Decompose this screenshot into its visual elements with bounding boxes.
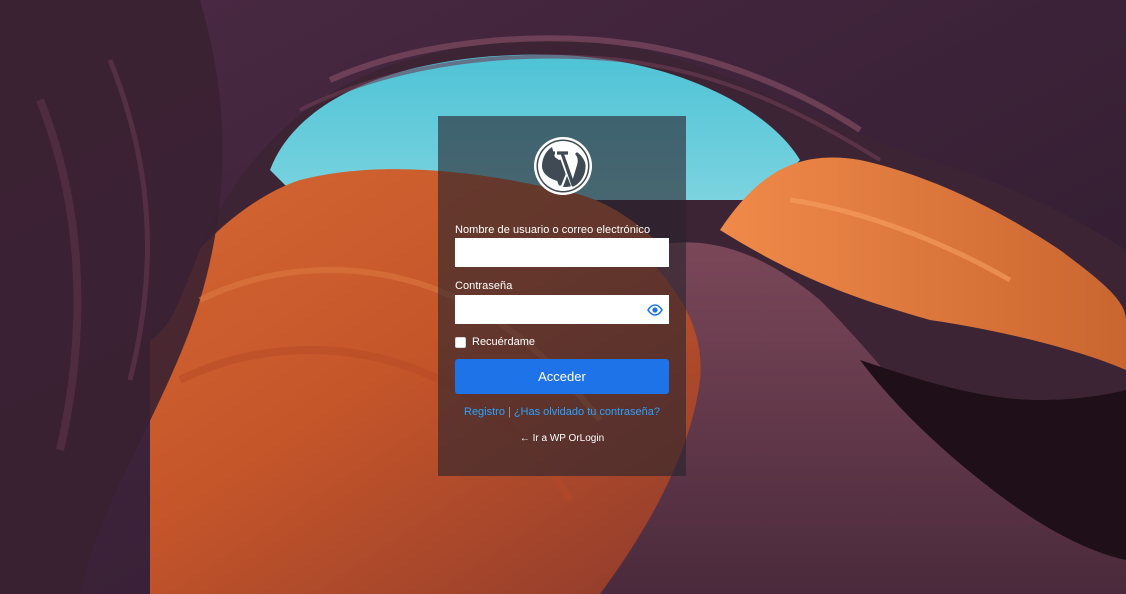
- login-links: Registro | ¿Has olvidado tu contraseña?: [438, 406, 686, 418]
- remember-label: Recuérdame: [472, 336, 535, 348]
- username-label: Nombre de usuario o correo electrónico: [455, 224, 651, 236]
- link-separator: |: [507, 406, 511, 418]
- remember-checkbox[interactable]: [455, 336, 466, 348]
- password-input[interactable]: [455, 295, 669, 324]
- password-label: Contraseña: [455, 280, 513, 292]
- wordpress-logo-icon[interactable]: [533, 136, 593, 196]
- lost-password-link[interactable]: ¿Has olvidado tu contraseña?: [514, 406, 660, 418]
- back-to-site: ← Ir a WP OrLogin: [438, 433, 686, 444]
- login-panel: Nombre de usuario o correo electrónico C…: [438, 116, 686, 476]
- eye-icon[interactable]: [647, 303, 663, 317]
- back-to-site-link[interactable]: ← Ir a WP OrLogin: [520, 433, 604, 444]
- login-submit-button[interactable]: Acceder: [455, 359, 669, 394]
- remember-me[interactable]: Recuérdame: [455, 336, 535, 348]
- username-input[interactable]: [455, 238, 669, 267]
- register-link[interactable]: Registro: [464, 406, 505, 418]
